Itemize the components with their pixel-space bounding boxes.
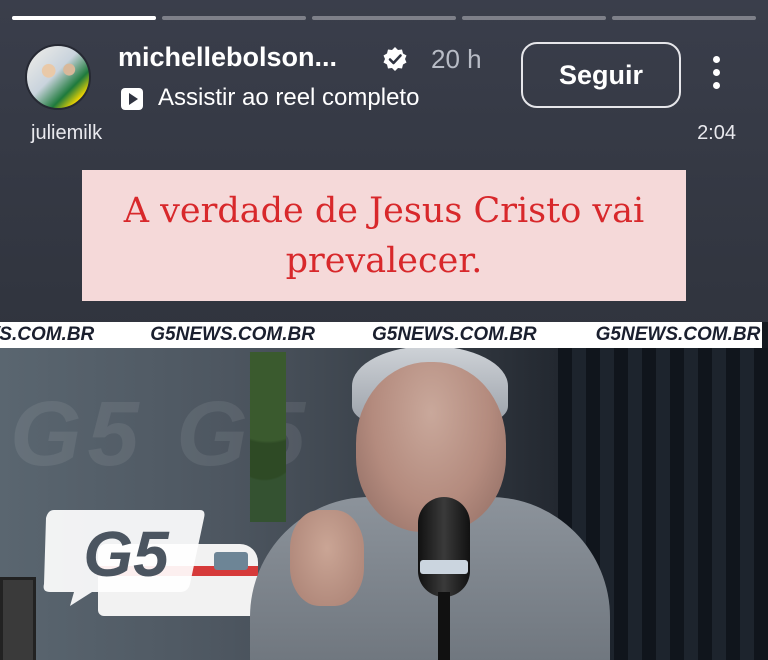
progress-segment bbox=[12, 16, 156, 20]
reel-play-icon[interactable] bbox=[121, 88, 143, 110]
ticker-item: G5NEWS.COM.BR bbox=[371, 324, 537, 345]
microphone bbox=[418, 497, 470, 597]
profile-avatar[interactable] bbox=[25, 44, 91, 110]
microphone-stand bbox=[438, 592, 450, 660]
g5-logo-text: G5 bbox=[83, 518, 170, 590]
progress-segment bbox=[612, 16, 756, 20]
g5-logo: G5 bbox=[43, 510, 205, 606]
progress-segment bbox=[312, 16, 456, 20]
verified-badge-icon bbox=[383, 47, 407, 71]
ticker-item: /S.COM.BR bbox=[0, 324, 95, 345]
progress-segment bbox=[162, 16, 306, 20]
ticker-item: G5NEWS.COM.BR bbox=[150, 324, 315, 345]
more-options-icon[interactable] bbox=[706, 56, 726, 96]
microphone-band bbox=[420, 560, 468, 574]
audio-credit[interactable]: juliemilk bbox=[31, 122, 102, 145]
video-duration: 2:04 bbox=[697, 122, 736, 144]
presenter-hand bbox=[290, 510, 364, 606]
story-caption: A verdade de Jesus Cristo vai prevalecer… bbox=[82, 170, 686, 301]
story-viewer: michellebolson... 20 h Assistir ao reel … bbox=[0, 0, 768, 660]
plant-background bbox=[250, 352, 286, 522]
story-progress-bar bbox=[12, 16, 756, 21]
news-ticker: /S.COM.BR G5NEWS.COM.BR G5NEWS.COM.BR G5… bbox=[0, 322, 762, 348]
watch-full-reel-link[interactable]: Assistir ao reel completo bbox=[158, 84, 419, 112]
video-player[interactable]: G5 G5 G5 /S.COM.BR G5NEWS.COM.BR G5NEWS.… bbox=[0, 322, 768, 660]
progress-segment bbox=[462, 16, 606, 20]
ticker-item: G5NEWS.COM.BR bbox=[595, 324, 761, 345]
account-username[interactable]: michellebolson... bbox=[118, 42, 337, 73]
post-time: 20 h bbox=[431, 44, 482, 74]
follow-button[interactable]: Seguir bbox=[521, 42, 681, 108]
shelf-background bbox=[0, 577, 36, 660]
